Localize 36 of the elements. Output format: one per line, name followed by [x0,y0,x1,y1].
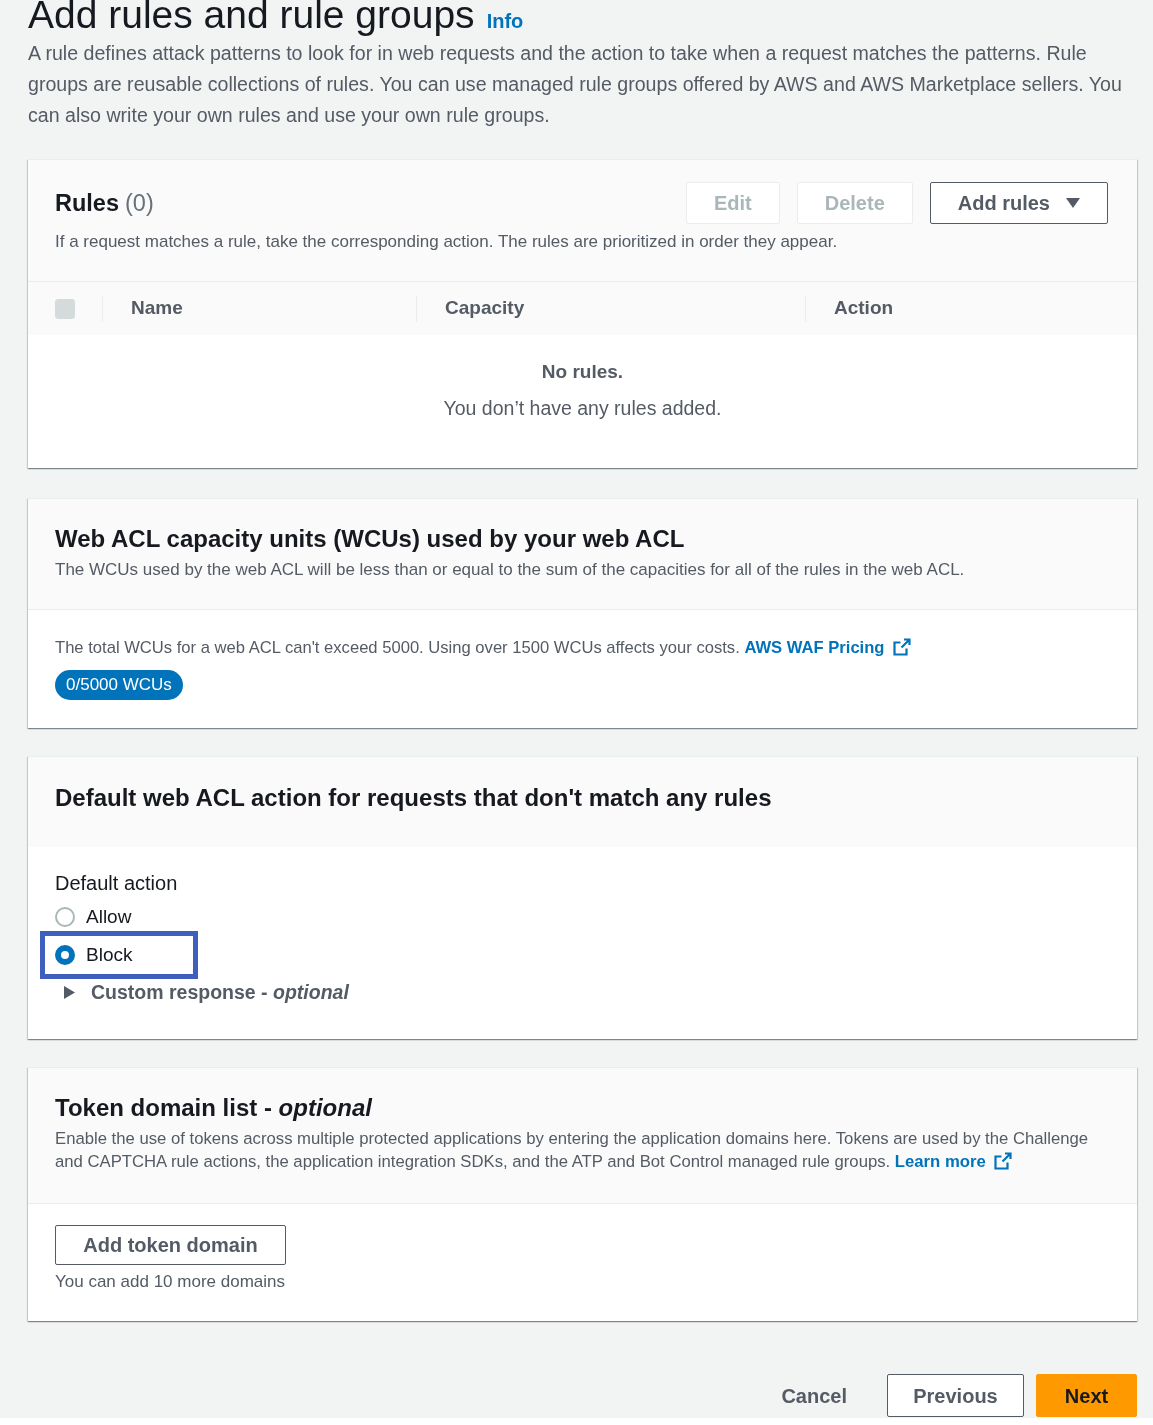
external-link-icon [892,638,911,656]
cancel-button[interactable]: Cancel [761,1374,867,1417]
page-description: A rule defines attack patterns to look for in web requests and the action to take when a request matches the patterns. Rule groups are reusable collections of rules. You can use managed rule groups offered by AWS and AWS Marketplace sellers. You can also write your own rules and use your own rule groups. [28,41,1123,128]
column-header: Action [834,296,894,321]
panel-title: Rules [55,189,119,217]
wcu-badge: 0/5000 WCUs [55,670,183,700]
add-token-domain-button[interactable]: Add token domain [55,1225,286,1265]
wcu-note: The total WCUs for a web ACL can't exceed 5000. Using over 1500 WCUs affects your costs. AWS WAF Pricing [55,638,1110,658]
rule-count: (0) [125,189,154,217]
panel-title: Web ACL capacity units (WCUs) used by your web ACL [55,525,686,553]
next-button[interactable]: Next [1036,1374,1137,1417]
panel-description: If a request matches a rule, take the corresponding action. The rules are prioritized in order they appear. [55,232,839,252]
caret-down-icon [1066,198,1080,208]
column-header: Capacity [445,296,525,321]
radio-button[interactable] [55,907,75,927]
learn-more-link[interactable]: Learn more [894,1152,1012,1171]
panel-description: Enable the use of tokens across multiple protected applications by entering the application domains here. Tokens are used by the Challenge and CAPTCHA rule actions, the application integration SDKs, and the ATP and Bot Control managed rule groups. Learn more [55,1128,1090,1173]
radio-button[interactable] [55,945,75,965]
page-title: Add rules and rule groups [28,0,475,37]
field-label: Default action [55,871,179,895]
radio-label[interactable]: Allow [86,905,132,929]
radio-label[interactable]: Block [86,943,133,967]
empty-state-title: No rules. [541,360,624,384]
info-link[interactable]: Info [486,6,524,36]
external-link-icon [993,1152,1012,1170]
custom-response-expander[interactable]: Custom response - optional [55,980,349,1004]
panel-title: Default web ACL action for requests that don't match any rules [55,784,773,812]
domain-limit-hint: You can add 10 more domains [55,1272,286,1292]
add-rules-dropdown-button[interactable]: Add rules [929,182,1108,224]
panel-title: Token domain list - optional [55,1094,374,1122]
pricing-link[interactable]: AWS WAF Pricing [744,638,911,657]
caret-right-icon [64,985,75,999]
empty-state-message: You don’t have any rules added. [443,396,722,420]
panel-description: The WCUs used by the web ACL will be less than or equal to the sum of the capacities for all of the rules in the web ACL. [55,559,966,581]
previous-button[interactable]: Previous [887,1374,1024,1417]
column-header: Name [131,296,183,321]
